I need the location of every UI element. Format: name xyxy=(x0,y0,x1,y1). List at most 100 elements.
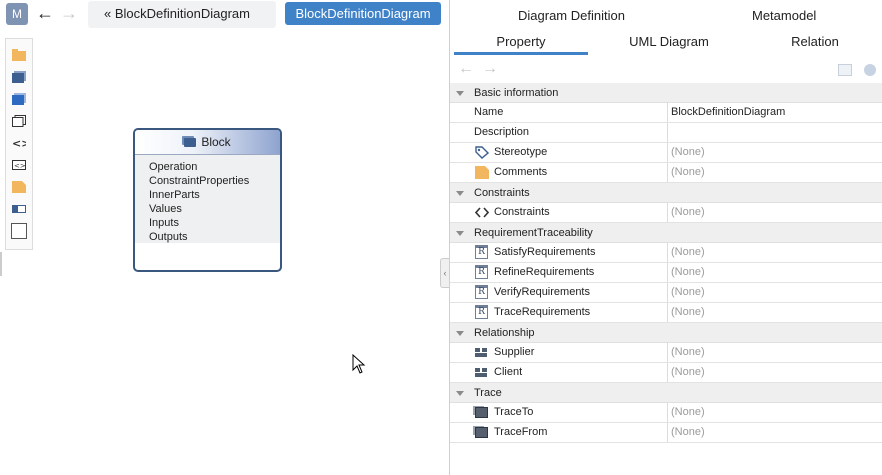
category-relationship[interactable]: Relationship xyxy=(450,323,882,343)
property-value-supplier[interactable]: (None) xyxy=(667,343,882,362)
tag-icon xyxy=(475,146,490,159)
property-row-constraints[interactable]: Constraints (None) xyxy=(450,203,882,223)
property-value-trace-requirements[interactable]: (None) xyxy=(667,303,882,322)
block-icon xyxy=(184,138,197,147)
requirement-icon: R xyxy=(475,305,488,319)
property-value-refine-requirements[interactable]: (None) xyxy=(667,263,882,282)
code-icon xyxy=(474,206,490,219)
svg-text:<>: <> xyxy=(14,162,26,170)
compartment-label: Operation xyxy=(149,161,198,173)
tab-block-definition-diagram[interactable]: BlockDefinitionDiagram xyxy=(285,2,441,25)
value-type-tool-icon[interactable] xyxy=(12,93,26,105)
property-value-verify-requirements[interactable]: (None) xyxy=(667,283,882,302)
property-row-name[interactable]: Name BlockDefinitionDiagram xyxy=(450,103,882,123)
property-label: TraceTo xyxy=(494,406,534,418)
property-value-stereotype[interactable]: (None) xyxy=(667,143,882,162)
category-trace[interactable]: Trace xyxy=(450,383,882,403)
forward-arrow-icon[interactable]: → xyxy=(60,2,78,24)
block-tool-icon[interactable] xyxy=(12,71,26,83)
category-label: Constraints xyxy=(474,187,530,199)
constraint-block-tool-icon[interactable]: <> xyxy=(12,159,26,171)
tool-palette: <> <> xyxy=(5,38,33,250)
property-label: RefineRequirements xyxy=(494,266,595,278)
panel-forward-icon[interactable]: → xyxy=(482,60,498,78)
comment-tool-icon[interactable] xyxy=(12,181,26,193)
property-label: VerifyRequirements xyxy=(494,286,590,298)
tab-uml-diagram[interactable]: UML Diagram xyxy=(600,34,738,49)
property-row-trace-requirements[interactable]: R TraceRequirements (None) xyxy=(450,303,882,323)
category-requirement-traceability[interactable]: RequirementTraceability xyxy=(450,223,882,243)
panel-back-icon[interactable]: ← xyxy=(458,60,474,78)
back-arrow-icon[interactable]: ← xyxy=(36,2,54,24)
property-name: Description xyxy=(474,126,530,138)
property-row-description[interactable]: Description xyxy=(450,123,882,143)
property-value-client[interactable]: (None) xyxy=(667,363,882,382)
open-model-icon[interactable] xyxy=(838,64,852,76)
package-tool-icon[interactable] xyxy=(12,49,26,61)
property-label: TraceFrom xyxy=(494,426,548,438)
tab-metamodel[interactable]: Metamodel xyxy=(752,8,816,23)
property-row-client[interactable]: Client (None) xyxy=(450,363,882,383)
collapse-triangle-icon xyxy=(456,231,464,236)
interface-block-tool-icon[interactable] xyxy=(12,115,26,127)
property-name: Name xyxy=(474,106,504,118)
compartment-label: InnerParts xyxy=(149,189,200,201)
category-constraints[interactable]: Constraints xyxy=(450,183,882,203)
block-header: Block xyxy=(135,130,280,155)
property-value-description[interactable] xyxy=(667,123,882,142)
constraint-tool-icon[interactable]: <> xyxy=(12,137,30,150)
category-basic-information[interactable]: Basic information xyxy=(450,83,882,103)
tab-diagram-definition[interactable]: Diagram Definition xyxy=(518,8,625,23)
property-label: Supplier xyxy=(494,346,535,358)
chevron-left-icon: ‹ xyxy=(443,268,447,278)
property-row-stereotype[interactable]: Stereotype (None) xyxy=(450,143,882,163)
block-element[interactable]: Block Operation ConstraintProperties Inn… xyxy=(133,128,282,272)
requirement-icon: R xyxy=(475,245,488,259)
category-label: Relationship xyxy=(474,327,535,339)
compartment-label: Values xyxy=(149,203,182,215)
property-label: Comments xyxy=(494,166,548,178)
breadcrumb-parent-diagram[interactable]: « BlockDefinitionDiagram xyxy=(88,1,276,28)
property-row-satisfy-requirements[interactable]: R SatisfyRequirements (None) xyxy=(450,243,882,263)
navigate-icon[interactable] xyxy=(864,64,876,76)
model-button[interactable]: M xyxy=(6,3,28,25)
property-value-name[interactable]: BlockDefinitionDiagram xyxy=(667,103,882,122)
property-name: R TraceRequirements xyxy=(474,303,667,322)
compartment-label: Outputs xyxy=(149,231,188,243)
property-row-trace-from[interactable]: TraceFrom (None) xyxy=(450,423,882,443)
property-row-verify-requirements[interactable]: R VerifyRequirements (None) xyxy=(450,283,882,303)
property-value-trace-from[interactable]: (None) xyxy=(667,423,882,442)
property-value-constraints[interactable]: (None) xyxy=(667,203,882,222)
panel-collapse-handle[interactable]: ‹ xyxy=(440,258,449,288)
property-name: Stereotype xyxy=(474,143,667,162)
property-name: Supplier xyxy=(474,343,667,362)
collapse-triangle-icon xyxy=(456,91,464,96)
tab-property[interactable]: Property xyxy=(454,34,588,49)
active-tab-indicator xyxy=(454,52,588,55)
category-label: Trace xyxy=(474,387,502,399)
folder-icon xyxy=(475,166,489,179)
collapse-triangle-icon xyxy=(456,331,464,336)
property-row-comments[interactable]: Comments (None) xyxy=(450,163,882,183)
property-label: TraceRequirements xyxy=(494,306,591,318)
svg-text:<>: <> xyxy=(12,137,26,149)
property-value-comments[interactable]: (None) xyxy=(667,163,882,182)
property-name: TraceFrom xyxy=(474,423,667,442)
property-name: Client xyxy=(474,363,667,382)
property-value-satisfy-requirements[interactable]: (None) xyxy=(667,243,882,262)
property-row-supplier[interactable]: Supplier (None) xyxy=(450,343,882,363)
block-compartments: Operation ConstraintProperties InnerPart… xyxy=(135,155,280,243)
property-value-trace-to[interactable]: (None) xyxy=(667,403,882,422)
properties-panel: Diagram Definition Metamodel Property UM… xyxy=(449,0,882,475)
property-row-trace-to[interactable]: TraceTo (None) xyxy=(450,403,882,423)
tab-relation[interactable]: Relation xyxy=(748,34,882,49)
property-grid: Basic information Name BlockDefinitionDi… xyxy=(450,83,882,443)
property-row-refine-requirements[interactable]: R RefineRequirements (None) xyxy=(450,263,882,283)
property-name: TraceTo xyxy=(474,403,667,422)
collapse-triangle-icon xyxy=(456,191,464,196)
frame-tool-icon[interactable] xyxy=(11,223,27,239)
property-name: R SatisfyRequirements xyxy=(474,243,667,262)
port-tool-icon[interactable] xyxy=(12,203,26,215)
requirement-icon: R xyxy=(475,285,488,299)
property-name: R VerifyRequirements xyxy=(474,283,667,302)
